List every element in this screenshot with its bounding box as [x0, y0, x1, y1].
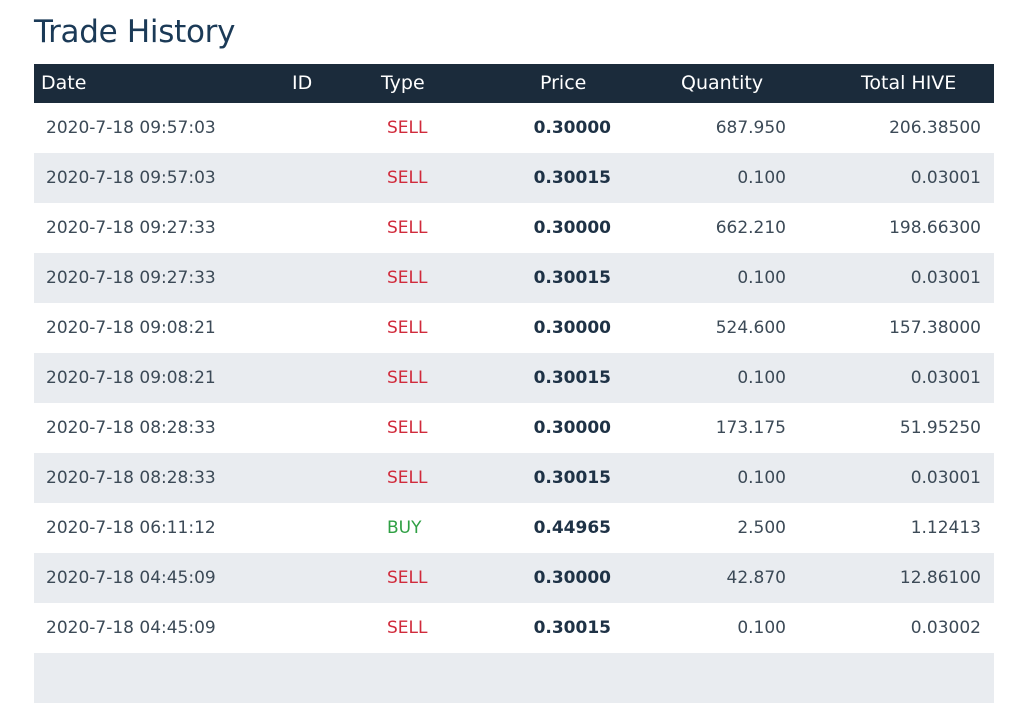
cell-quantity: 173.175	[715, 418, 786, 438]
cell-date: 2020-7-18 09:27:33	[46, 218, 216, 238]
cell-total-hive: 51.95250	[899, 418, 981, 438]
column-header-id[interactable]: ID	[292, 64, 312, 103]
cell-quantity: 0.100	[737, 468, 786, 488]
column-header-total-hive[interactable]: Total HIVE	[861, 64, 956, 103]
cell-date: 2020-7-18 08:28:33	[46, 418, 216, 438]
trade-history-table: Date ID Type Price Quantity Total HIVE 2…	[34, 64, 994, 703]
cell-total-hive: 12.86100	[899, 568, 981, 588]
cell-date: 2020-7-18 08:28:33	[46, 468, 216, 488]
cell-price: 0.30000	[533, 568, 611, 588]
cell-date: 2020-7-18 06:11:12	[46, 518, 216, 538]
cell-price: 0.30000	[533, 218, 611, 238]
table-row: 2020-7-18 06:11:12 BUY 0.44965 2.500 1.12413	[34, 503, 994, 553]
cell-date: 2020-7-18 09:57:03	[46, 168, 216, 188]
table-row: 2020-7-18 04:45:09 SELL 0.30000 42.870 12.86…	[34, 553, 994, 603]
cell-date: 2020-7-18 04:45:09	[46, 618, 216, 638]
cell-type: SELL	[387, 218, 428, 238]
table-header: Date ID Type Price Quantity Total HIVE	[34, 64, 994, 103]
cell-type: SELL	[387, 418, 428, 438]
cell-price: 0.30015	[533, 368, 611, 388]
cell-price: 0.44965	[533, 518, 611, 538]
cell-date: 2020-7-18 09:57:03	[46, 118, 216, 138]
cell-price: 0.30000	[533, 118, 611, 138]
cell-type: SELL	[387, 168, 428, 188]
column-header-date[interactable]: Date	[41, 64, 86, 103]
table-row: 2020-7-18 09:57:03 SELL 0.30000 687.950 206.…	[34, 103, 994, 153]
cell-quantity: 0.100	[737, 618, 786, 638]
table-row: 2020-7-18 09:08:21 SELL 0.30015 0.100 0.0300…	[34, 353, 994, 403]
table-row: 2020-7-18 09:27:33 SELL 0.30015 0.100 0.0300…	[34, 253, 994, 303]
cell-date: 2020-7-18 09:08:21	[46, 318, 216, 338]
cell-type: SELL	[387, 118, 428, 138]
cell-quantity: 662.210	[715, 218, 786, 238]
cell-quantity: 2.500	[737, 518, 786, 538]
cell-total-hive: 1.12413	[910, 518, 981, 538]
cell-price: 0.30015	[533, 268, 611, 288]
table-row: 2020-7-18 08:28:33 SELL 0.30015 0.100 0.0300…	[34, 453, 994, 503]
cell-price: 0.30015	[533, 168, 611, 188]
table-row	[34, 653, 994, 703]
cell-quantity: 0.100	[737, 368, 786, 388]
cell-price: 0.30000	[533, 418, 611, 438]
table-row: 2020-7-18 09:27:33 SELL 0.30000 662.210 198.…	[34, 203, 994, 253]
cell-date: 2020-7-18 09:08:21	[46, 368, 216, 388]
cell-total-hive: 0.03001	[910, 168, 981, 188]
cell-date: 2020-7-18 09:27:33	[46, 268, 216, 288]
table-row: 2020-7-18 09:57:03 SELL 0.30015 0.100 0.0300…	[34, 153, 994, 203]
cell-total-hive: 0.03002	[910, 618, 981, 638]
table-row: 2020-7-18 08:28:33 SELL 0.30000 173.175 51.9…	[34, 403, 994, 453]
cell-total-hive: 0.03001	[910, 368, 981, 388]
cell-total-hive: 157.38000	[889, 318, 981, 338]
cell-type: BUY	[387, 518, 422, 538]
cell-quantity: 0.100	[737, 268, 786, 288]
cell-total-hive: 206.38500	[889, 118, 981, 138]
table-row: 2020-7-18 09:08:21 SELL 0.30000 524.600 157.…	[34, 303, 994, 353]
column-header-price[interactable]: Price	[540, 64, 586, 103]
cell-total-hive: 0.03001	[910, 268, 981, 288]
cell-quantity: 42.870	[726, 568, 786, 588]
cell-type: SELL	[387, 568, 428, 588]
cell-type: SELL	[387, 618, 428, 638]
cell-total-hive: 0.03001	[910, 468, 981, 488]
page-title: Trade History	[34, 14, 236, 50]
cell-quantity: 0.100	[737, 168, 786, 188]
cell-price: 0.30000	[533, 318, 611, 338]
table-body: 2020-7-18 09:57:03 SELL 0.30000 687.950 206.…	[34, 103, 994, 703]
cell-type: SELL	[387, 368, 428, 388]
cell-total-hive: 198.66300	[889, 218, 981, 238]
table-row: 2020-7-18 04:45:09 SELL 0.30015 0.100 0.0300…	[34, 603, 994, 653]
cell-price: 0.30015	[533, 618, 611, 638]
cell-type: SELL	[387, 318, 428, 338]
cell-type: SELL	[387, 268, 428, 288]
cell-type: SELL	[387, 468, 428, 488]
cell-date: 2020-7-18 04:45:09	[46, 568, 216, 588]
column-header-type[interactable]: Type	[381, 64, 425, 103]
cell-quantity: 524.600	[715, 318, 786, 338]
cell-quantity: 687.950	[715, 118, 786, 138]
column-header-quantity[interactable]: Quantity	[681, 64, 763, 103]
cell-price: 0.30015	[533, 468, 611, 488]
